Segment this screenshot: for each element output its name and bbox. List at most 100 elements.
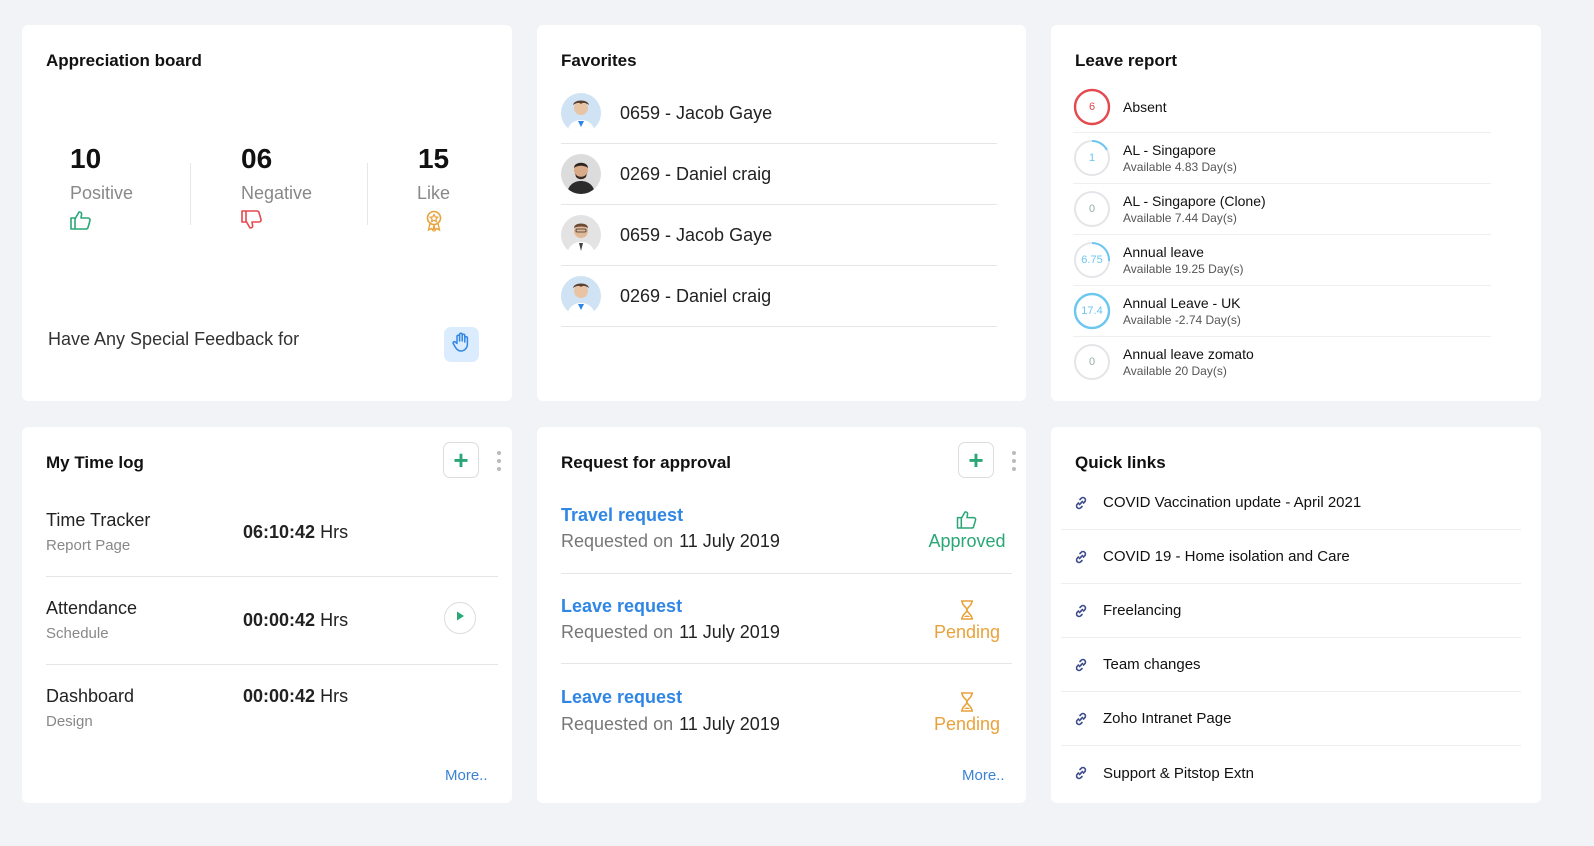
leave-count-ring: 6.75 [1073, 241, 1111, 279]
quick-links-title: Quick links [1075, 453, 1166, 472]
like-label: Like [417, 183, 451, 203]
avatar [561, 93, 601, 133]
favorite-item[interactable]: 0659 - Jacob Gaye [561, 83, 997, 144]
leave-count: 0 [1088, 356, 1096, 368]
more-options-icon[interactable] [496, 451, 502, 471]
request-row[interactable]: Leave request Requested on 11 July 2019 P… [561, 664, 1012, 754]
favorite-name: 0659 - Jacob Gaye [620, 102, 773, 123]
play-button[interactable] [444, 602, 476, 634]
time-log-row[interactable]: Attendance Schedule 00:00:42 Hrs [46, 577, 498, 665]
status-badge: Approved [922, 510, 1012, 552]
request-title[interactable]: Travel request [561, 505, 683, 526]
avatar [561, 215, 601, 255]
request-date: Requested on 11 July 2019 [561, 714, 780, 734]
negative-stat[interactable]: 06 Negative [241, 143, 312, 235]
leave-count: 17.4 [1081, 305, 1103, 317]
request-row[interactable]: Travel request Requested on 11 July 2019 … [561, 484, 1012, 574]
request-row[interactable]: Leave request Requested on 11 July 2019 P… [561, 574, 1012, 664]
more-options-icon[interactable] [1011, 451, 1017, 471]
favorite-name: 0269 - Daniel craig [620, 163, 772, 184]
request-title[interactable]: Leave request [561, 687, 682, 708]
leave-type-name: Annual leave zomato [1123, 346, 1254, 362]
quick-link-item[interactable]: Freelancing [1061, 584, 1521, 638]
time-log-name: Attendance [46, 598, 138, 618]
status-badge: Pending [922, 692, 1012, 735]
link-icon [1073, 765, 1093, 781]
time-log-name: Time Tracker [46, 510, 151, 530]
leave-count-ring: 1 [1073, 139, 1111, 177]
link-icon [1073, 603, 1093, 619]
request-title[interactable]: Leave request [561, 596, 682, 617]
approval-more-link[interactable]: More.. [962, 767, 1005, 784]
leave-available: Available -2.74 Day(s) [1123, 313, 1241, 327]
favorite-item[interactable]: 0659 - Jacob Gaye [561, 205, 997, 266]
approval-title: Request for approval [561, 453, 732, 472]
add-time-log-button[interactable]: + [443, 442, 479, 478]
time-log-sub: Schedule [46, 625, 109, 642]
leave-count-ring: 6 [1073, 88, 1111, 126]
positive-label: Positive [70, 183, 134, 203]
leave-count: 6 [1088, 100, 1096, 113]
leave-item[interactable]: 6 Absent [1073, 81, 1491, 132]
leave-type-name: Absent [1123, 98, 1167, 115]
quick-links-card: Quick links COVID Vaccination update - A… [1051, 427, 1541, 803]
quick-link-label: COVID Vaccination update - April 2021 [1103, 494, 1362, 511]
link-icon [1073, 711, 1093, 727]
leave-available: Available 4.83 Day(s) [1123, 160, 1237, 174]
time-log-row[interactable]: Dashboard Design 00:00:42 Hrs [46, 665, 498, 753]
negative-count: 06 [241, 143, 273, 174]
leave-count: 1 [1088, 152, 1096, 164]
leave-item[interactable]: 0 Annual leave zomato Available 20 Day(s) [1073, 336, 1491, 387]
leave-item[interactable]: 6.75 Annual leave Available 19.25 Day(s) [1073, 234, 1491, 285]
waving-hand-icon [451, 331, 473, 358]
quick-link-item[interactable]: COVID 19 - Home isolation and Care [1061, 530, 1521, 584]
favorite-item[interactable]: 0269 - Daniel craig [561, 266, 997, 327]
play-icon [454, 609, 466, 627]
time-log-duration: 06:10:42 Hrs [243, 522, 349, 542]
time-log-more-link[interactable]: More.. [445, 767, 488, 784]
leave-count-ring: 0 [1073, 343, 1111, 381]
favorite-item[interactable]: 0269 - Daniel craig [561, 144, 997, 205]
favorite-name: 0659 - Jacob Gaye [620, 224, 773, 245]
quick-link-label: COVID 19 - Home isolation and Care [1103, 548, 1350, 565]
time-log-row[interactable]: Time Tracker Report Page 06:10:42 Hrs [46, 489, 498, 577]
leave-type-name: Annual leave [1123, 244, 1204, 260]
quick-link-item[interactable]: Team changes [1061, 638, 1521, 692]
request-date: Requested on 11 July 2019 [561, 622, 780, 642]
leave-item[interactable]: 1 AL - Singapore Available 4.83 Day(s) [1073, 132, 1491, 183]
favorite-name: 0269 - Daniel craig [620, 285, 772, 306]
time-log-sub: Report Page [46, 537, 131, 554]
quick-link-item[interactable]: Support & Pitstop Extn [1061, 746, 1521, 800]
add-request-button[interactable]: + [958, 442, 994, 478]
favorites-card: Favorites 0659 - Jacob Gaye 0269 - Danie… [537, 25, 1026, 401]
link-icon [1073, 495, 1093, 511]
leave-available: Available 19.25 Day(s) [1123, 262, 1244, 276]
leave-count-ring: 17.4 [1073, 292, 1111, 330]
send-feedback-button[interactable] [444, 327, 479, 362]
leave-count: 0 [1088, 203, 1096, 215]
hourglass-icon [922, 692, 1012, 712]
leave-available: Available 20 Day(s) [1123, 364, 1227, 378]
approval-card: Request for approval + Travel request Re… [537, 427, 1026, 803]
favorites-title: Favorites [561, 51, 637, 70]
time-log-name: Dashboard [46, 686, 135, 706]
quick-link-item[interactable]: Zoho Intranet Page [1061, 692, 1521, 746]
award-badge-icon [417, 210, 450, 237]
like-count: 15 [417, 143, 450, 174]
link-icon [1073, 657, 1093, 673]
positive-stat[interactable]: 10 Positive [70, 143, 133, 235]
status-badge: Pending [922, 600, 1012, 643]
thumbs-up-icon [70, 210, 133, 235]
leave-type-name: AL - Singapore (Clone) [1123, 193, 1266, 209]
avatar [561, 154, 601, 194]
positive-count: 10 [70, 143, 102, 174]
like-stat[interactable]: 15 Like [417, 143, 450, 237]
time-log-card: My Time log + Time Tracker Report Page 0… [22, 427, 512, 803]
avatar [561, 276, 601, 316]
leave-item[interactable]: 0 AL - Singapore (Clone) Available 7.44 Da… [1073, 183, 1491, 234]
request-date: Requested on 11 July 2019 [561, 531, 780, 551]
leave-item[interactable]: 17.4 Annual Leave - UK Available -2.74 Day… [1073, 285, 1491, 336]
thumbs-up-icon [922, 510, 1012, 529]
quick-link-item[interactable]: COVID Vaccination update - April 2021 [1061, 476, 1521, 530]
quick-link-label: Team changes [1103, 656, 1201, 673]
